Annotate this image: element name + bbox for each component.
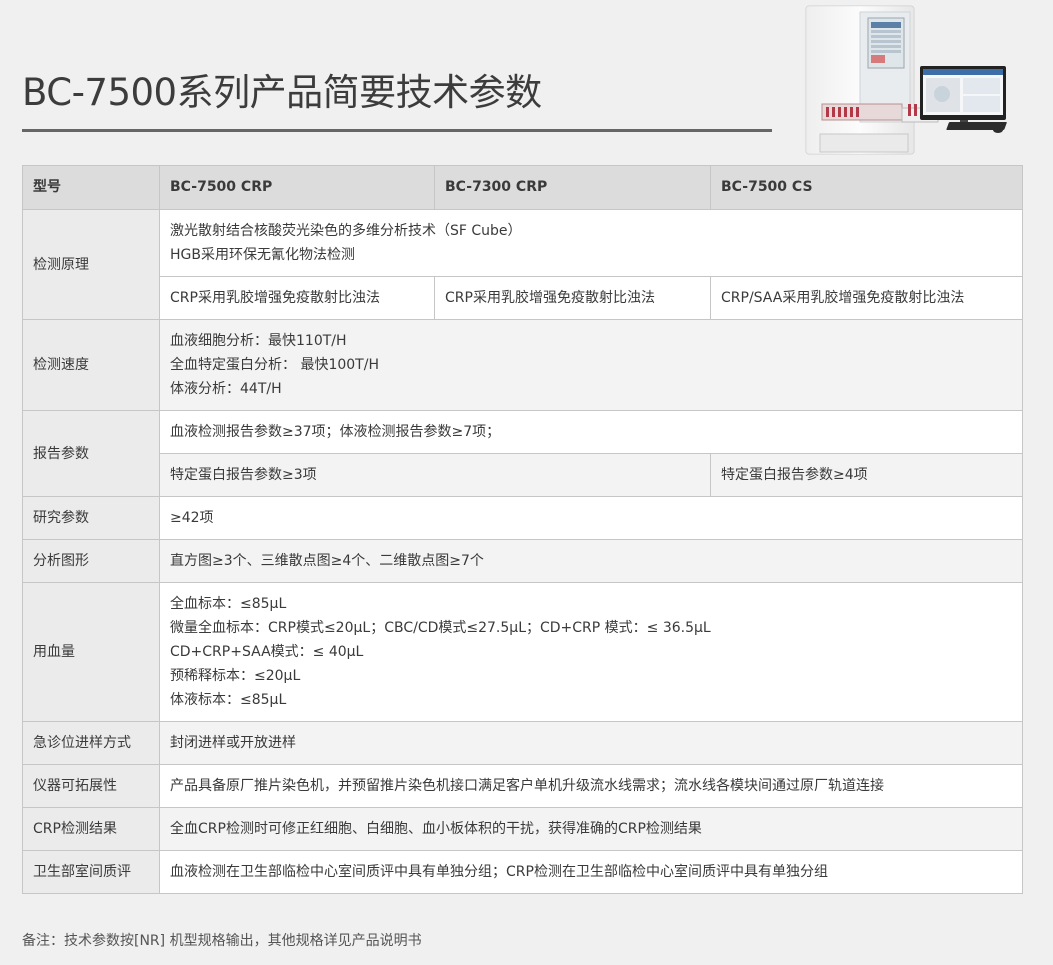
graphs-value: 直方图≥3个、三维散点图≥4个、二维散点图≥7个 — [159, 539, 1023, 583]
title-divider — [22, 129, 772, 132]
row-label-crp-result: CRP检测结果 — [22, 807, 160, 851]
speed-line-1: 血液细胞分析：最快110T/H — [170, 333, 347, 349]
research-value: ≥42项 — [159, 496, 1023, 540]
row-label-research: 研究参数 — [22, 496, 160, 540]
report-protein-bc7500-bc7300: 特定蛋白报告参数≥3项 — [159, 453, 711, 497]
report-line-1: 血液检测报告参数≥37项；体液检测报告参数≥7项； — [159, 410, 1023, 454]
principle-crp-bc7500: CRP采用乳胶增强免疫散射比浊法 — [159, 276, 435, 320]
blood-volume-line-3: CD+CRP+SAA模式：≤ 40μL — [170, 644, 364, 660]
speed-values: 血液细胞分析：最快110T/H 全血特定蛋白分析： 最快100T/H 体液分析：… — [159, 319, 1023, 411]
row-label-blood-volume: 用血量 — [22, 582, 160, 722]
emergency-value: 封闭进样或开放进样 — [159, 721, 1023, 765]
row-label-principle: 检测原理 — [22, 209, 160, 320]
speed-line-2: 全血特定蛋白分析： 最快100T/H — [170, 357, 379, 373]
table-row: 检测原理 激光散射结合核酸荧光染色的多维分析技术（SF Cube） HGB采用环… — [22, 209, 1023, 320]
table-row: 检测速度 血液细胞分析：最快110T/H 全血特定蛋白分析： 最快100T/H … — [22, 319, 1023, 411]
table-header-row: 型号 BC-7500 CRP BC-7300 CRP BC-7500 CS — [22, 165, 1023, 210]
principle-description: 激光散射结合核酸荧光染色的多维分析技术（SF Cube） HGB采用环保无氰化物… — [159, 209, 1023, 277]
table-row: 特定蛋白报告参数≥3项 特定蛋白报告参数≥4项 — [23, 453, 1023, 497]
row-label-emergency: 急诊位进样方式 — [22, 721, 160, 765]
table-row: 仪器可拓展性 产品具备原厂推片染色机，并预留推片染色机接口满足客户单机升级流水线… — [22, 764, 1023, 808]
row-label-expansion: 仪器可拓展性 — [22, 764, 160, 808]
principle-crp-bc7300: CRP采用乳胶增强免疫散射比浊法 — [434, 276, 711, 320]
speed-line-3: 体液分析：44T/H — [170, 381, 282, 397]
header-model: 型号 — [22, 165, 160, 210]
header-bc7500-crp: BC-7500 CRP — [159, 165, 435, 210]
row-label-report: 报告参数 — [22, 410, 160, 497]
table-row: CRP采用乳胶增强免疫散射比浊法 CRP采用乳胶增强免疫散射比浊法 CRP/SA… — [23, 276, 1023, 320]
table-row: CRP检测结果 全血CRP检测时可修正红细胞、白细胞、血小板体积的干扰，获得准确… — [22, 807, 1023, 851]
blood-volume-line-4: 预稀释标本：≤20μL — [170, 668, 301, 684]
footnote: 备注：技术参数按[NR] 机型规格输出，其他规格详见产品说明书 — [22, 933, 422, 949]
header-bc7300-crp: BC-7300 CRP — [434, 165, 711, 210]
row-label-graphs: 分析图形 — [22, 539, 160, 583]
page-title: BC-7500系列产品简要技术参数 — [22, 71, 542, 114]
report-protein-bc7500cs: 特定蛋白报告参数≥4项 — [710, 453, 1023, 497]
principle-crp-bc7500cs: CRP/SAA采用乳胶增强免疫散射比浊法 — [710, 276, 1023, 320]
product-image — [805, 5, 1007, 155]
table-row: 分析图形 直方图≥3个、三维散点图≥4个、二维散点图≥7个 — [22, 539, 1023, 583]
header-bc7500-cs: BC-7500 CS — [710, 165, 1023, 210]
expansion-value: 产品具备原厂推片染色机，并预留推片染色机接口满足客户单机升级流水线需求；流水线各… — [159, 764, 1023, 808]
blood-volume-line-5: 体液标本：≤85μL — [170, 692, 287, 708]
table-row: 急诊位进样方式 封闭进样或开放进样 — [22, 721, 1023, 765]
blood-volume-values: 全血标本：≤85μL 微量全血标本：CRP模式≤20μL；CBC/CD模式≤27… — [159, 582, 1023, 722]
table-row: 用血量 全血标本：≤85μL 微量全血标本：CRP模式≤20μL；CBC/CD模… — [22, 582, 1023, 722]
quality-value: 血液检测在卫生部临检中心室间质评中具有单独分组；CRP检测在卫生部临检中心室间质… — [159, 850, 1023, 894]
table-row: 卫生部室间质评 血液检测在卫生部临检中心室间质评中具有单独分组；CRP检测在卫生… — [22, 850, 1023, 894]
blood-volume-line-2: 微量全血标本：CRP模式≤20μL；CBC/CD模式≤27.5μL；CD+CRP… — [170, 620, 711, 636]
crp-result-value: 全血CRP检测时可修正红细胞、白细胞、血小板体积的干扰，获得准确的CRP检测结果 — [159, 807, 1023, 851]
blood-volume-line-1: 全血标本：≤85μL — [170, 596, 287, 612]
table-row: 报告参数 血液检测报告参数≥37项；体液检测报告参数≥7项； — [22, 410, 1023, 497]
principle-line-2: HGB采用环保无氰化物法检测 — [170, 247, 355, 263]
principle-line-1: 激光散射结合核酸荧光染色的多维分析技术（SF Cube） — [170, 223, 522, 239]
row-label-quality: 卫生部室间质评 — [22, 850, 160, 894]
row-label-speed: 检测速度 — [22, 319, 160, 411]
spec-table: 型号 BC-7500 CRP BC-7300 CRP BC-7500 CS 检测… — [22, 165, 1023, 894]
table-row: 研究参数 ≥42项 — [22, 496, 1023, 540]
